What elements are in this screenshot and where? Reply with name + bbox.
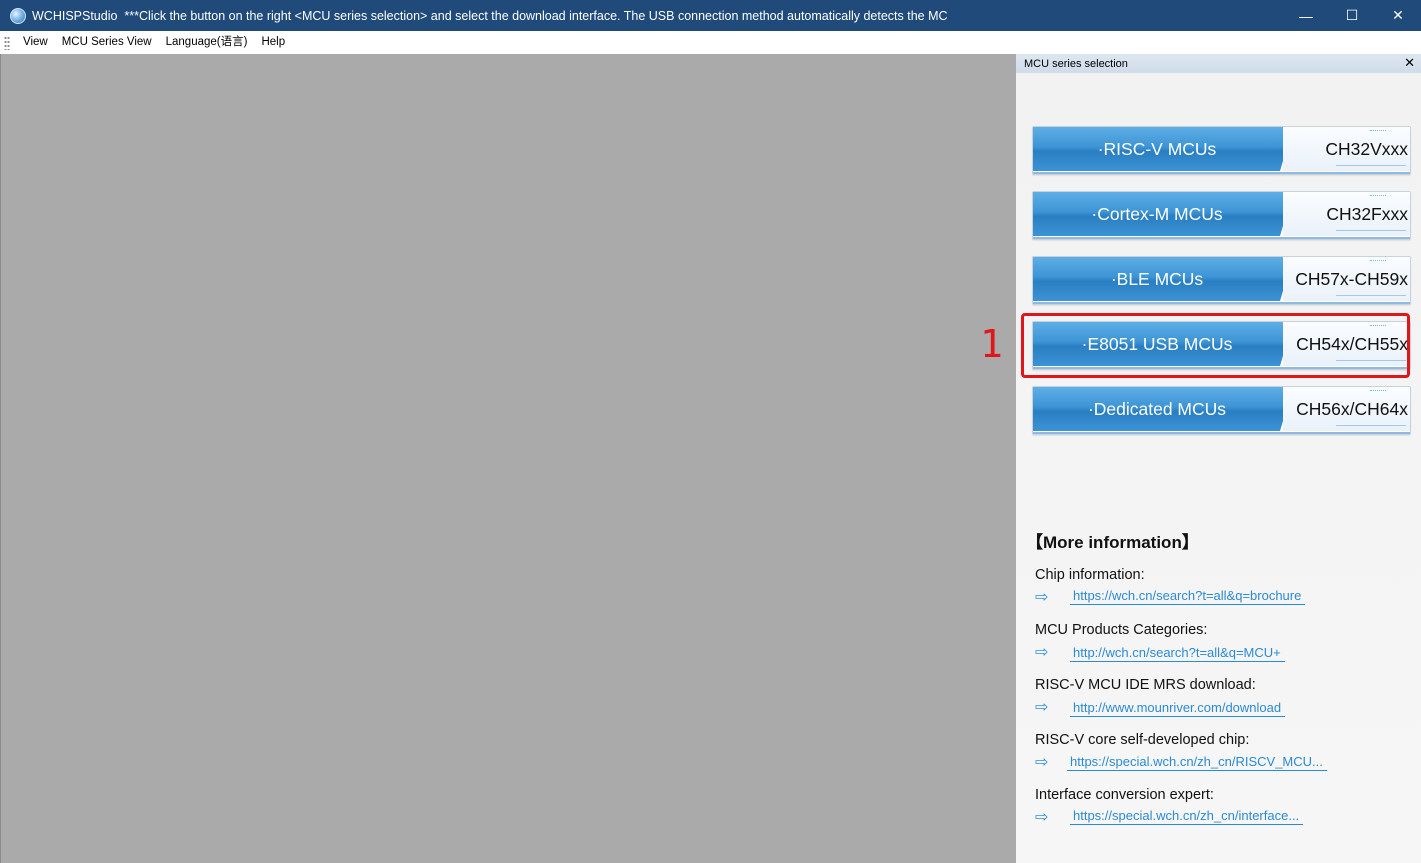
menu-help[interactable]: Help xyxy=(254,31,292,54)
circuit-decoration xyxy=(1336,230,1406,231)
button-underline xyxy=(1033,432,1410,434)
arrow-right-icon: ⇨ xyxy=(1035,809,1049,826)
app-globe-icon xyxy=(10,7,26,24)
circuit-decoration xyxy=(1370,260,1386,263)
series-chips: CH32Fxxx xyxy=(1283,192,1410,236)
minimize-button[interactable]: — xyxy=(1283,0,1329,31)
window-controls: — ☐ ✕ xyxy=(1283,0,1421,31)
panel-header: MCU series selection ✕ xyxy=(1016,54,1421,73)
series-chips: CH32Vxxx xyxy=(1283,127,1410,171)
link-interface-conversion[interactable]: https://special.wch.cn/zh_cn/interface..… xyxy=(1070,808,1304,825)
close-button[interactable]: ✕ xyxy=(1375,0,1421,31)
button-underline xyxy=(1033,172,1410,174)
maximize-button[interactable]: ☐ xyxy=(1329,0,1375,31)
series-chips: CH57x-CH59x xyxy=(1283,257,1410,301)
annotation-step-number: 1 xyxy=(980,322,1003,366)
circuit-decoration xyxy=(1336,425,1406,426)
info-label-chip-information: Chip information: xyxy=(1035,567,1145,583)
menu-mcu-series-view[interactable]: MCU Series View xyxy=(55,31,159,54)
menu-bar: View MCU Series View Language(语言) Help xyxy=(0,31,1421,55)
more-information-heading: 【More information】 xyxy=(1026,533,1199,552)
panel-close-icon[interactable]: ✕ xyxy=(1404,55,1415,71)
link-chip-information[interactable]: https://wch.cn/search?t=all&q=brochure xyxy=(1070,588,1306,605)
arrow-right-icon: ⇨ xyxy=(1035,644,1049,661)
series-label: ·RISC-V MCUs xyxy=(1033,127,1293,171)
window-title: WCHISPStudio ***Click the button on the … xyxy=(32,9,948,23)
circuit-decoration xyxy=(1370,130,1386,133)
button-underline xyxy=(1033,237,1410,239)
button-underline xyxy=(1033,302,1410,304)
circuit-decoration xyxy=(1336,165,1406,166)
annotation-highlight-box xyxy=(1021,313,1410,378)
series-label: ·Cortex-M MCUs xyxy=(1033,192,1293,236)
link-mrs-download[interactable]: http://www.mounriver.com/download xyxy=(1070,700,1286,717)
series-label: ·BLE MCUs xyxy=(1033,257,1293,301)
main-workspace xyxy=(0,54,1017,863)
link-mcu-products[interactable]: http://wch.cn/search?t=all&q=MCU+ xyxy=(1070,645,1285,662)
app-name: WCHISPStudio xyxy=(32,8,118,23)
link-riscv-chip[interactable]: https://special.wch.cn/zh_cn/RISCV_MCU..… xyxy=(1067,754,1327,771)
title-message: ***Click the button on the right <MCU se… xyxy=(124,8,948,23)
maximize-icon: ☐ xyxy=(1345,7,1359,23)
minimize-icon: — xyxy=(1299,7,1313,24)
risc-v-mcus-button[interactable]: ·RISC-V MCUs CH32Vxxx xyxy=(1032,126,1411,175)
chips-text: CH32Vxxx xyxy=(1325,138,1408,159)
arrow-right-icon: ⇨ xyxy=(1035,699,1049,716)
circuit-decoration xyxy=(1336,295,1406,296)
circuit-decoration xyxy=(1370,195,1386,198)
info-label-mrs-download: RISC-V MCU IDE MRS download: xyxy=(1035,677,1256,693)
chips-text: CH57x-CH59x xyxy=(1295,268,1408,289)
series-label: ·Dedicated MCUs xyxy=(1033,387,1293,431)
circuit-decoration xyxy=(1370,390,1386,393)
close-icon: ✕ xyxy=(1392,7,1404,23)
panel-title: MCU series selection xyxy=(1024,57,1128,70)
dedicated-mcus-button[interactable]: ·Dedicated MCUs CH56x/CH64x xyxy=(1032,386,1411,435)
title-bar: WCHISPStudio ***Click the button on the … xyxy=(0,0,1421,31)
ble-mcus-button[interactable]: ·BLE MCUs CH57x-CH59x xyxy=(1032,256,1411,305)
info-label-interface-conversion: Interface conversion expert: xyxy=(1035,787,1214,803)
chips-text: CH32Fxxx xyxy=(1326,203,1408,224)
toolbar-grip-icon[interactable] xyxy=(4,35,10,50)
menu-view[interactable]: View xyxy=(16,31,55,54)
cortex-m-mcus-button[interactable]: ·Cortex-M MCUs CH32Fxxx xyxy=(1032,191,1411,240)
info-label-mcu-products: MCU Products Categories: xyxy=(1035,622,1208,638)
arrow-right-icon: ⇨ xyxy=(1035,589,1049,606)
info-label-riscv-chip: RISC-V core self-developed chip: xyxy=(1035,732,1250,748)
menu-language[interactable]: Language(语言) xyxy=(159,31,255,54)
arrow-right-icon: ⇨ xyxy=(1035,754,1049,771)
chips-text: CH56x/CH64x xyxy=(1296,398,1408,419)
series-chips: CH56x/CH64x xyxy=(1283,387,1410,431)
